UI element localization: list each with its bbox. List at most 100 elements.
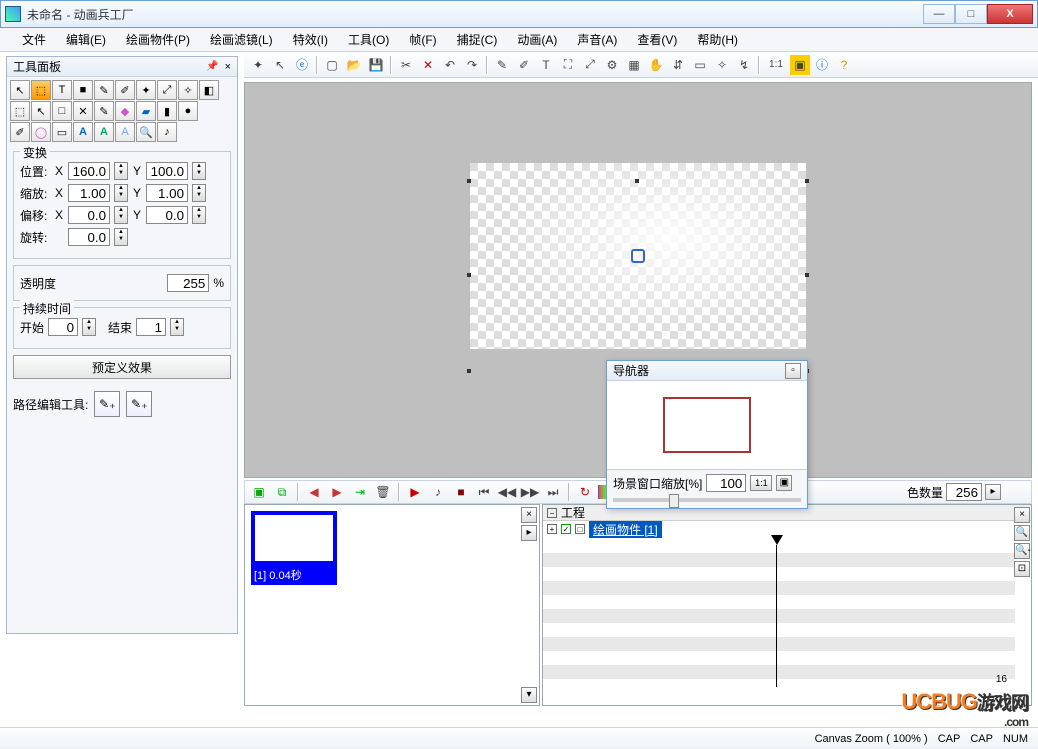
off-x-input[interactable] (68, 206, 110, 224)
grad-tool[interactable]: ▮ (157, 101, 177, 121)
tree-check-icon[interactable]: ✓ (561, 524, 571, 534)
panel-close-icon[interactable]: × (225, 61, 231, 73)
nav-fit-icon[interactable]: ▣ (776, 475, 792, 491)
scale-y-input[interactable] (146, 184, 188, 202)
navigator-viewport[interactable] (663, 397, 751, 453)
zoom-tool[interactable]: 🔍 (136, 122, 156, 142)
menu-file[interactable]: 文件 (12, 28, 56, 51)
loop-icon[interactable]: ↻ (575, 482, 595, 502)
tl-zoomin-icon[interactable]: 🔍+ (1014, 525, 1030, 541)
path-add-icon[interactable]: ✎₊ (94, 391, 120, 417)
delete-icon[interactable]: ✕ (418, 55, 438, 75)
play-icon[interactable]: ▶ (405, 482, 425, 502)
menu-view[interactable]: 查看(V) (627, 28, 687, 51)
frame-next2-icon[interactable]: ▶ (327, 482, 347, 502)
nav-1to1-button[interactable]: 1:1 (750, 475, 772, 491)
blur-tool[interactable]: ● (178, 101, 198, 121)
navigator-window[interactable]: 导航器 ▫ 场景窗口缩放[%] 1:1 ▣ (606, 360, 808, 509)
menu-frame[interactable]: 帧(F) (399, 28, 446, 51)
new-icon[interactable]: ▢ (322, 55, 342, 75)
first-icon[interactable]: ⏮ (474, 482, 494, 502)
handle-mr[interactable] (805, 273, 809, 277)
shape-tool[interactable]: ◯ (31, 122, 51, 142)
crop-tool[interactable]: ✕ (73, 101, 93, 121)
center-marker-icon[interactable] (631, 249, 645, 263)
preview-icon[interactable]: ▣ (790, 55, 810, 75)
rect-tool[interactable]: ■ (73, 80, 93, 100)
wand2-icon[interactable]: ↯ (734, 55, 754, 75)
pencil-tool[interactable]: ✐ (115, 80, 135, 100)
typea-tool[interactable]: A (73, 122, 93, 142)
colorcount-go[interactable]: ▸ (985, 484, 1001, 500)
hand-icon[interactable]: ✋ (646, 55, 666, 75)
tl-zoomout-icon[interactable]: 🔍- (1014, 543, 1030, 559)
scale-x-spinner[interactable] (114, 184, 128, 202)
opacity-input[interactable] (167, 274, 209, 292)
resize-icon[interactable]: ⤢ (580, 55, 600, 75)
rotate-input[interactable] (68, 228, 110, 246)
tree-collapse-icon[interactable]: − (547, 508, 557, 518)
onetoone-button[interactable]: 1:1 (764, 55, 788, 75)
text-icon[interactable]: T (536, 55, 556, 75)
object-link[interactable]: 绘画物件 [1] (589, 521, 662, 538)
menu-drawobject[interactable]: 绘画物件(P) (116, 28, 200, 51)
handle-tr[interactable] (805, 179, 809, 183)
open-icon[interactable]: 📂 (344, 55, 364, 75)
save-icon[interactable]: 💾 (366, 55, 386, 75)
colorcount-input[interactable] (946, 483, 982, 501)
image-tool[interactable]: ▭ (52, 122, 72, 142)
close-button[interactable]: X (987, 4, 1033, 24)
end-spinner[interactable] (170, 318, 184, 336)
timeline-tracks[interactable] (543, 539, 1015, 687)
picker-tool[interactable]: ✐ (10, 122, 30, 142)
preset-effects-button[interactable]: 预定义效果 (13, 355, 231, 379)
handle-tl[interactable] (467, 179, 471, 183)
handle-ml[interactable] (467, 273, 471, 277)
frame-prev2-icon[interactable]: ◀ (304, 482, 324, 502)
navigator-close-icon[interactable]: ▫ (785, 363, 801, 379)
pen-tool[interactable]: ✎ (94, 101, 114, 121)
nav-zoom-slider[interactable] (613, 498, 801, 502)
pin-icon[interactable]: 📌 (206, 61, 218, 72)
next-icon[interactable]: ▶▶ (520, 482, 540, 502)
sound-icon[interactable]: ♪ (428, 482, 448, 502)
tl-close-icon[interactable]: × (1014, 507, 1030, 523)
pos-y-spinner[interactable] (192, 162, 206, 180)
eyedrop-tool[interactable]: ⤢ (157, 80, 177, 100)
box-tool[interactable]: □ (52, 101, 72, 121)
music-tool[interactable]: ♪ (157, 122, 177, 142)
menu-effect[interactable]: 特效(I) (283, 28, 338, 51)
rotate-spinner[interactable] (114, 228, 128, 246)
tree-expand-icon[interactable]: + (547, 524, 557, 534)
fillb-tool[interactable]: ▰ (136, 101, 156, 121)
scale-y-spinner[interactable] (192, 184, 206, 202)
globe-icon[interactable]: ⓔ (292, 55, 312, 75)
redo-icon[interactable]: ↷ (462, 55, 482, 75)
frame-close-icon[interactable]: × (521, 507, 537, 523)
tree-box-icon[interactable]: □ (575, 524, 585, 534)
menu-animation[interactable]: 动画(A) (507, 28, 567, 51)
typeb-tool[interactable]: A (94, 122, 114, 142)
pos-x-spinner[interactable] (114, 162, 128, 180)
last-icon[interactable]: ⏭ (543, 482, 563, 502)
scale-x-input[interactable] (68, 184, 110, 202)
pos-x-input[interactable] (68, 162, 110, 180)
menu-help[interactable]: 帮助(H) (687, 28, 748, 51)
tl-fit-icon[interactable]: ⊡ (1014, 561, 1030, 577)
pointer-tool[interactable]: ↖ (10, 80, 30, 100)
nav-zoom-input[interactable] (706, 474, 746, 492)
frame-more-icon[interactable]: ▾ (521, 687, 537, 703)
stop-icon[interactable]: ■ (451, 482, 471, 502)
end-input[interactable] (136, 318, 166, 336)
fill-icon[interactable]: ▦ (624, 55, 644, 75)
lasso-tool[interactable]: ↖ (31, 101, 51, 121)
start-input[interactable] (48, 318, 78, 336)
menu-filter[interactable]: 绘画滤镜(L) (200, 28, 283, 51)
effect-icon[interactable]: ✧ (712, 55, 732, 75)
typec-tool[interactable]: A (115, 122, 135, 142)
menu-capture[interactable]: 捕捉(C) (447, 28, 508, 51)
start-spinner[interactable] (82, 318, 96, 336)
brush-tool[interactable]: ✎ (94, 80, 114, 100)
spray-tool[interactable]: ✦ (136, 80, 156, 100)
frame-insert-icon[interactable]: ⇥ (350, 482, 370, 502)
